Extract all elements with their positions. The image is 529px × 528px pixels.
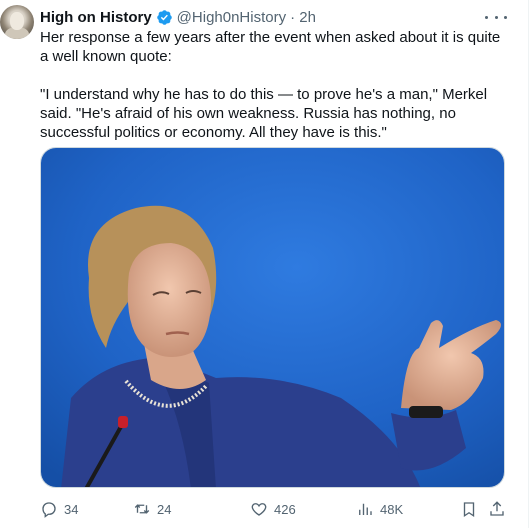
author-name[interactable]: High on History — [40, 9, 152, 26]
tweet-text: Her response a few years after the event… — [40, 28, 510, 161]
more-icon-dot — [494, 15, 498, 19]
tweet-header: High on History @High0nHistory · 2h — [40, 7, 316, 27]
reply-count: 34 — [64, 501, 79, 517]
more-icon-dot — [504, 15, 507, 19]
tweet-text-quote: "I understand why he has to do this — to… — [40, 86, 488, 141]
like-icon — [251, 503, 267, 516]
views-icon — [359, 503, 372, 515]
more-icon — [485, 15, 488, 19]
reply-icon — [42, 502, 56, 518]
view-count: 48K — [380, 501, 404, 517]
reply-button[interactable]: 34 — [40, 498, 78, 520]
photo-merkel — [41, 148, 504, 487]
tweet-timestamp[interactable]: · 2h — [290, 9, 316, 26]
tweet-card[interactable]: High on History @High0nHistory · 2h Her … — [0, 0, 529, 528]
like-count: 426 — [274, 501, 296, 517]
share-icon — [490, 501, 504, 516]
more-options-button[interactable] — [485, 9, 507, 25]
tweet-photo[interactable] — [40, 147, 505, 488]
tweet-text-line1: Her response a few years after the event… — [40, 29, 501, 65]
retweet-button[interactable]: 24 — [133, 498, 171, 520]
views-button[interactable]: 48K — [356, 498, 403, 520]
verified-badge-icon — [156, 9, 172, 25]
bookmark-icon — [463, 502, 475, 518]
retweet-count: 24 — [157, 501, 172, 517]
author-handle[interactable]: @High0nHistory — [177, 9, 286, 26]
tweet-actions: 34 24 426 48K — [40, 498, 510, 520]
author-avatar[interactable] — [0, 5, 34, 39]
like-button[interactable]: 426 — [250, 498, 296, 520]
bookmark-button[interactable] — [460, 498, 484, 520]
retweet-icon — [134, 504, 150, 514]
avatar-face — [10, 12, 24, 30]
share-button[interactable] — [488, 498, 512, 520]
